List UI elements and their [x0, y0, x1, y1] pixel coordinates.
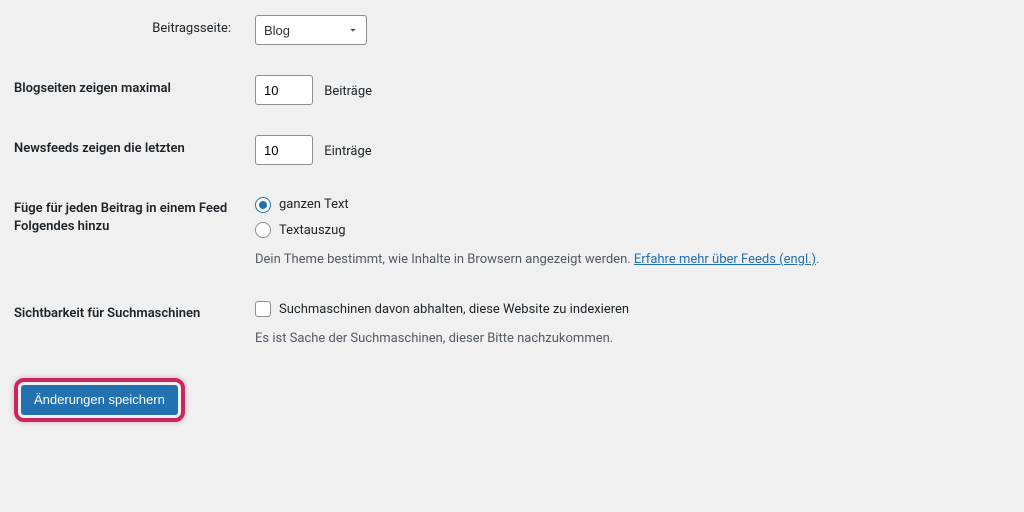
save-changes-button[interactable]: Änderungen speichern: [21, 385, 178, 415]
blog-pages-max-suffix: Beiträge: [324, 84, 372, 99]
search-visibility-label: Sichtbarkeit für Suchmaschinen: [0, 285, 245, 364]
feed-description: Dein Theme bestimmt, wie Inhalte in Brow…: [255, 250, 1014, 270]
feed-excerpt-radio[interactable]: [255, 222, 271, 238]
feed-excerpt-label: Textauszug: [279, 221, 346, 241]
posts-page-label: Beitragsseite:: [0, 0, 245, 60]
feed-desc-prefix: Dein Theme bestimmt, wie Inhalte in Brow…: [255, 252, 634, 267]
newsfeeds-recent-label: Newsfeeds zeigen die letzten: [0, 120, 245, 180]
feed-learn-more-link[interactable]: Erfahre mehr über Feeds (engl.): [634, 252, 816, 267]
blog-pages-max-input[interactable]: [255, 75, 313, 105]
newsfeeds-recent-suffix: Einträge: [324, 144, 371, 159]
submit-highlight: Änderungen speichern: [14, 378, 185, 422]
newsfeeds-recent-input[interactable]: [255, 135, 313, 165]
feed-desc-suffix: .: [816, 252, 819, 267]
feed-full-radio[interactable]: [255, 197, 271, 213]
feed-full-label: ganzen Text: [279, 195, 349, 215]
posts-page-select[interactable]: Blog: [255, 15, 367, 45]
search-visibility-checkbox-label: Suchmaschinen davon abhalten, diese Webs…: [279, 300, 629, 320]
blog-pages-max-label: Blogseiten zeigen maximal: [0, 60, 245, 120]
feed-content-label: Füge für jeden Beitrag in einem Feed Fol…: [0, 180, 245, 285]
search-visibility-description: Es ist Sache der Suchmaschinen, dieser B…: [255, 329, 1014, 349]
submit-area: Änderungen speichern: [0, 364, 1024, 436]
settings-form-table: Beitragsseite: Blog Blogseiten zeigen ma…: [0, 0, 1024, 364]
search-visibility-checkbox[interactable]: [255, 301, 271, 317]
